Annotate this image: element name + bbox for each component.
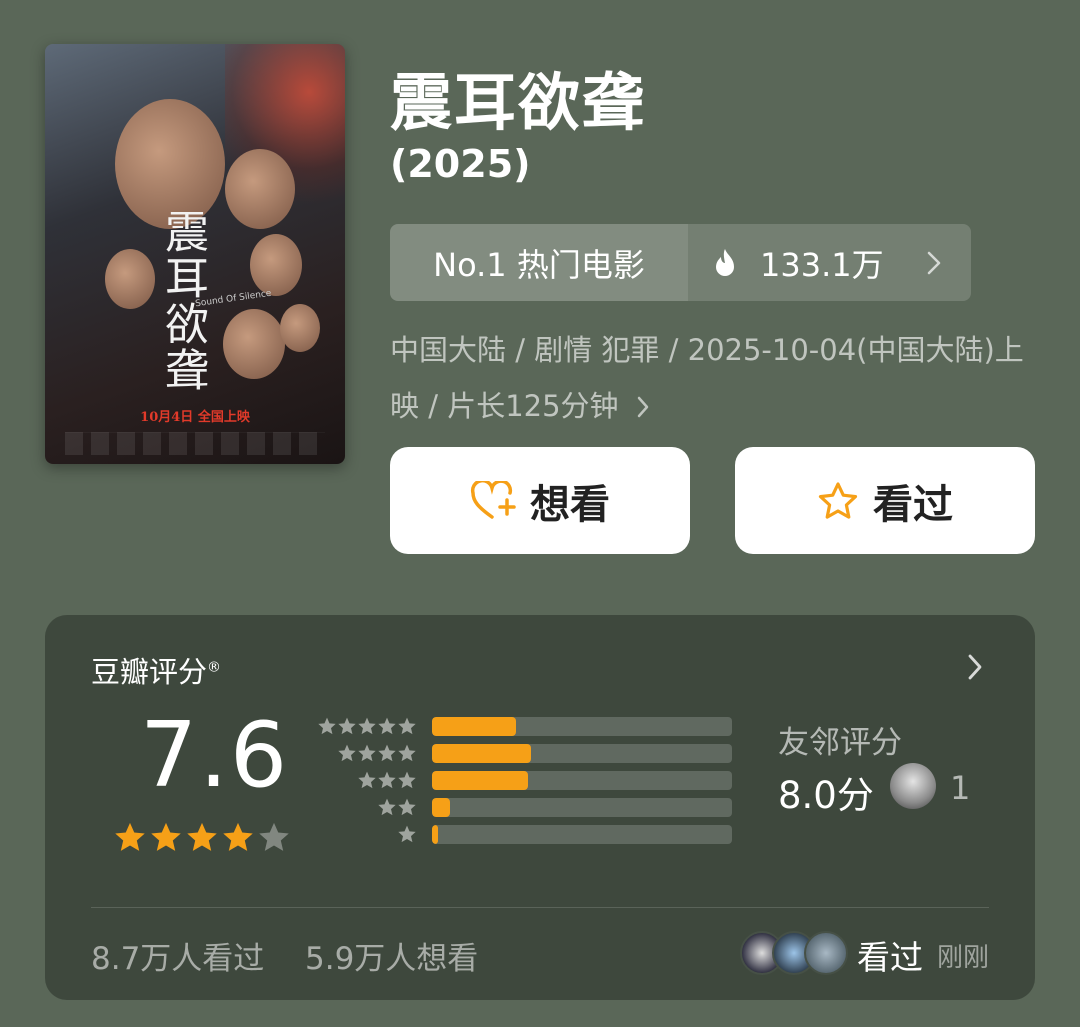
distribution-bar [432, 798, 732, 817]
poster-credits [65, 432, 325, 455]
star-filled-icon [151, 822, 181, 851]
movie-poster[interactable]: 震耳欲聋 Sound Of Silence 10月4日 全国上映 [45, 44, 345, 464]
small-star-icon [378, 771, 396, 789]
poster-face-3 [105, 249, 155, 309]
distribution-stars [313, 770, 417, 790]
star-filled-icon [223, 822, 253, 851]
heat-indicator[interactable]: 133.1万 [688, 224, 971, 301]
meta-text: 中国大陆 / 剧情 犯罪 / 2025-10-04(中国大陆)上映 / 片长12… [390, 333, 1024, 423]
avatar [804, 931, 848, 975]
recent-time: 刚刚 [937, 943, 990, 973]
small-star-icon [398, 798, 416, 816]
rating-score: 7.6 [140, 703, 290, 808]
distribution-stars [313, 743, 417, 763]
small-star-icon [398, 771, 416, 789]
movie-title: 震耳欲聋 [390, 66, 647, 139]
small-star-icon [378, 798, 396, 816]
rank-box[interactable]: No.1 热门电影 133.1万 [390, 224, 971, 301]
distribution-bar [432, 825, 732, 844]
distribution-stars [313, 797, 417, 817]
small-star-icon [358, 744, 376, 762]
movie-year: (2025) [390, 142, 531, 186]
want-count[interactable]: 5.9万人想看 [305, 933, 478, 978]
distribution-bar-fill [432, 798, 450, 817]
small-star-icon [378, 717, 396, 735]
seen-count[interactable]: 8.7万人看过 [91, 933, 264, 978]
small-star-icon [338, 717, 356, 735]
want-to-watch-label: 想看 [530, 481, 610, 528]
registered-mark: ® [207, 659, 222, 676]
watched-label: 看过 [873, 481, 953, 528]
friend-avatar[interactable] [890, 763, 936, 809]
poster-face-4 [250, 234, 302, 296]
star-filled-icon [115, 822, 145, 851]
small-star-icon [398, 825, 416, 843]
chevron-right-icon [927, 251, 941, 274]
star-empty-icon [259, 822, 289, 851]
distribution-bar [432, 744, 732, 763]
rating-card[interactable]: 豆瓣评分® 7.6 友邻评分 8.0分 1 8.7万人看过 5.9万人想看 看过… [45, 615, 1035, 1000]
small-star-icon [398, 744, 416, 762]
recent-action: 看过 [857, 938, 923, 977]
star-filled-icon [187, 822, 217, 851]
recent-avatars[interactable] [740, 931, 848, 975]
poster-face-2 [225, 149, 295, 229]
distribution-bar-fill [432, 744, 531, 763]
small-star-icon [318, 717, 336, 735]
distribution-stars [313, 716, 417, 736]
friend-rating-label: 友邻评分 [778, 725, 902, 761]
friend-rating-score: 8.0分 [778, 774, 874, 817]
small-star-icon [358, 771, 376, 789]
poster-face-5 [223, 309, 285, 379]
star-outline-icon [818, 481, 858, 519]
want-to-watch-button[interactable]: 想看 [390, 447, 690, 554]
heat-value: 133.1万 [760, 245, 884, 284]
distribution-bar-fill [432, 717, 516, 736]
small-star-icon [398, 717, 416, 735]
rating-stars [113, 820, 293, 854]
distribution-bar-fill [432, 825, 438, 844]
distribution-bar [432, 771, 732, 790]
friend-count: 1 [950, 769, 971, 807]
distribution-bar-fill [432, 771, 528, 790]
fire-icon [716, 248, 734, 276]
chevron-right-icon[interactable] [967, 653, 983, 681]
watched-button[interactable]: 看过 [735, 447, 1035, 554]
movie-meta[interactable]: 中国大陆 / 剧情 犯罪 / 2025-10-04(中国大陆)上映 / 片长12… [390, 322, 1040, 434]
poster-release-banner: 10月4日 全国上映 [140, 410, 250, 425]
heart-plus-icon [470, 480, 516, 519]
poster-face-6 [280, 304, 320, 352]
small-star-icon [378, 744, 396, 762]
rank-label: No.1 热门电影 [390, 224, 688, 301]
chevron-right-icon [637, 396, 649, 418]
divider [91, 907, 989, 908]
small-star-icon [358, 717, 376, 735]
distribution-bar [432, 717, 732, 736]
rating-header: 豆瓣评分® [91, 655, 222, 689]
small-star-icon [338, 744, 356, 762]
distribution-stars [313, 824, 417, 844]
